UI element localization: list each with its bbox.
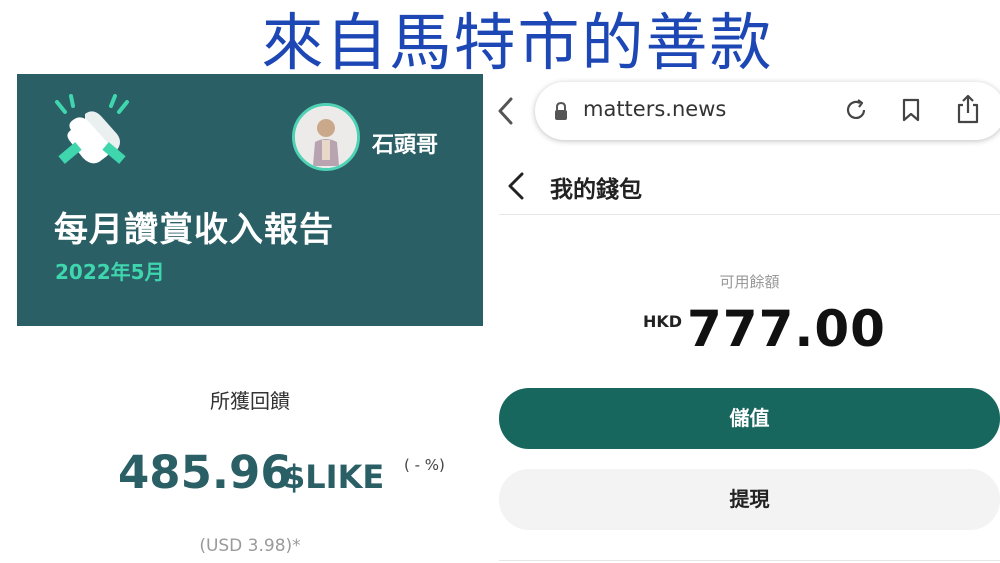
usd-equivalent: (USD 3.98)* xyxy=(199,536,301,556)
avatar-image xyxy=(295,106,357,168)
clap-icon xyxy=(55,94,129,164)
like-amount: 485.96 xyxy=(118,446,292,499)
bookmark-icon[interactable] xyxy=(901,98,921,122)
page-title: 我的錢包 xyxy=(550,177,642,203)
bottom-divider xyxy=(499,560,1000,561)
header-divider xyxy=(499,214,1000,215)
share-icon[interactable] xyxy=(955,94,981,124)
report-title: 每月讚賞收入報告 xyxy=(54,210,334,250)
currency-code: HKD xyxy=(643,312,683,331)
balance-label: 可用餘額 xyxy=(719,273,780,291)
report-card: 石頭哥 每月讚賞收入報告 2022年5月 xyxy=(17,74,483,326)
balance-amount: 777.00 xyxy=(687,300,886,358)
reload-icon[interactable] xyxy=(844,98,868,122)
report-period: 2022年5月 xyxy=(55,260,165,284)
topup-button[interactable]: 儲值 xyxy=(499,388,1000,449)
avatar xyxy=(292,103,360,171)
page-back-icon[interactable] xyxy=(506,171,526,201)
change-percent: ( - %) xyxy=(404,456,445,474)
headline: 來自馬特市的善款 xyxy=(261,6,774,79)
lock-icon xyxy=(555,101,567,120)
back-icon[interactable] xyxy=(496,96,516,126)
author-name: 石頭哥 xyxy=(372,133,439,158)
url-text[interactable]: matters.news xyxy=(583,97,726,121)
stats-label: 所獲回饋 xyxy=(210,389,290,413)
withdraw-button[interactable]: 提現 xyxy=(499,469,1000,530)
like-unit: $LIKE xyxy=(283,458,385,496)
